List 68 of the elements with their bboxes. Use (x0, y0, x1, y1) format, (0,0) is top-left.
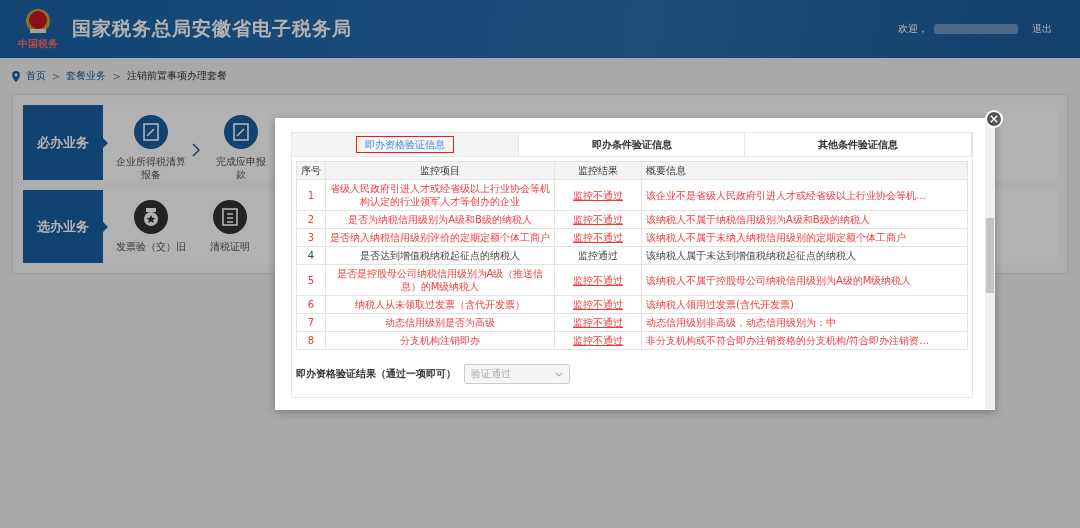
document-icon[interactable] (213, 200, 247, 234)
table-cell: 动态信用级别是否为高级 (325, 313, 555, 332)
result-label: 即办资格验证结果（通过一项即可） (296, 367, 456, 381)
table-cell: 监控不通过 (554, 313, 642, 332)
table-cell: 7 (296, 313, 326, 332)
table-cell: 监控不通过 (554, 295, 642, 314)
table-cell: 是否为纳税信用级别为A级和B级的纳税人 (325, 210, 555, 229)
welcome-text: 欢迎， (898, 22, 928, 36)
table-cell: 监控不通过 (554, 264, 642, 296)
edit-icon[interactable] (134, 115, 168, 149)
breadcrumb-link[interactable]: 首页 (26, 69, 46, 83)
table-cell: 分支机构注销即办 (325, 331, 555, 350)
service-label[interactable]: 款 (236, 168, 246, 181)
table-cell: 监控不通过 (554, 228, 642, 247)
logout-link[interactable]: 退出 (1032, 22, 1052, 36)
service-label[interactable]: 报备 (141, 168, 161, 181)
logo-caption: 中国税务 (18, 37, 58, 51)
medal-icon[interactable] (134, 200, 168, 234)
table-cell: 该纳税人不属于控股母公司纳税信用级别为A级的M级纳税人 (641, 264, 968, 296)
column-header: 监控项目 (325, 161, 555, 180)
column-header: 序号 (296, 161, 326, 180)
table-cell: 该纳税人不属于纳税信用级别为A级和B级的纳税人 (641, 210, 968, 229)
result-select: 验证通过 (464, 364, 570, 384)
service-label[interactable]: 企业所得税清算 (116, 155, 186, 168)
table-cell: 非分支机构或不符合即办注销资格的分支机构/符合即办注销资… (641, 331, 968, 350)
location-pin-icon (12, 70, 20, 82)
edit-icon[interactable] (224, 115, 258, 149)
breadcrumb-link[interactable]: 套餐业务 (66, 69, 107, 83)
chevron-icon (192, 143, 200, 157)
column-header: 监控结果 (554, 161, 642, 180)
table-cell: 是否纳入纳税信用级别评价的定期定额个体工商户 (325, 228, 555, 247)
column-header: 概要信息 (641, 161, 968, 180)
table-cell: 6 (296, 295, 326, 314)
pointer-arrow (103, 137, 108, 148)
table-cell: 监控通过 (554, 246, 642, 265)
service-label[interactable]: 清税证明 (210, 240, 250, 253)
table-cell: 该纳税人领用过发票(含代开发票) (641, 295, 968, 314)
table-cell: 8 (296, 331, 326, 350)
table-cell: 是否是控股母公司纳税信用级别为A级（推送信息）的M级纳税人 (325, 264, 555, 296)
caret-icon (555, 371, 563, 377)
table-cell: 4 (296, 246, 326, 265)
table-cell: 1 (296, 179, 326, 211)
tab[interactable]: 即办资格验证信息 (292, 133, 519, 157)
table-cell: 该纳税人不属于未纳入纳税信用级别的定期定额个体工商户 (641, 228, 968, 247)
table-cell: 3 (296, 228, 326, 247)
close-icon[interactable] (990, 115, 998, 123)
table-cell: 是否达到增值税纳税起征点的纳税人 (325, 246, 555, 265)
table-cell: 监控不通过 (554, 331, 642, 350)
breadcrumb-current: 注销前置事项办理套餐 (126, 69, 227, 83)
table-cell: 动态信用级别非高级，动态信用级别为：中 (641, 313, 968, 332)
table-cell: 省级人民政府引进人才或经省级以上行业协会等机构认定的行业领军人才等创办的企业 (325, 179, 555, 211)
tab[interactable]: 其他条件验证信息 (745, 133, 972, 157)
service-label[interactable]: 完成应申报 (216, 155, 266, 168)
site-title: 国家税务总局安徽省电子税务局 (72, 16, 352, 41)
section-title: 选办业务 (23, 190, 103, 263)
service-label[interactable]: 发票验（交）旧 (116, 240, 186, 253)
table-cell: 监控不通过 (554, 210, 642, 229)
table-cell: 纳税人从未领取过发票（含代开发票） (325, 295, 555, 314)
breadcrumb-separator: > (52, 70, 61, 82)
table-cell: 2 (296, 210, 326, 229)
section-title: 必办业务 (23, 105, 103, 180)
table-cell: 该企业不是省级人民政府引进人才或经省级以上行业协会等机… (641, 179, 968, 211)
tab[interactable]: 即办条件验证信息 (518, 133, 746, 157)
table-cell: 该纳税人属于未达到增值税纳税起征点的纳税人 (641, 246, 968, 265)
table-cell: 监控不通过 (554, 179, 642, 211)
pointer-arrow (103, 221, 108, 232)
table-cell: 5 (296, 264, 326, 296)
breadcrumb-separator: > (112, 70, 121, 82)
